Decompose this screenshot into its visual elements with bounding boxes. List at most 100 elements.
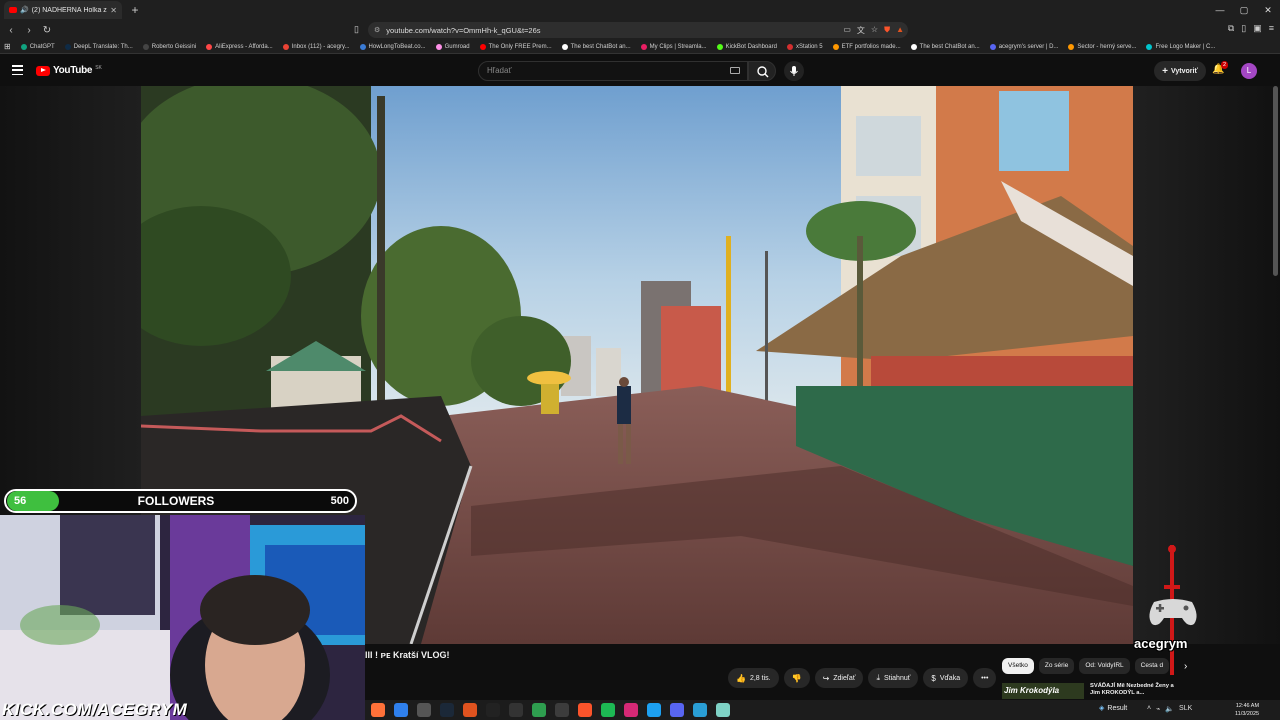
like-button[interactable]: 👍 2,8 tis. xyxy=(728,668,779,688)
bookmark-icon[interactable]: ▯ xyxy=(354,24,359,35)
address-bar[interactable]: ⚙ youtube.com/watch?v=OmmHh-k_qGU&t=26s … xyxy=(368,22,908,38)
bookmark-label: My Clips | Streamla... xyxy=(649,43,707,50)
steam-app-icon[interactable] xyxy=(440,703,454,717)
bookmark-item[interactable]: The Only FREE Prem... xyxy=(479,43,552,50)
chevron-right-icon[interactable]: › xyxy=(1184,661,1187,672)
taskbar-search[interactable]: ◈ Result xyxy=(1099,704,1127,713)
page-scrollbar[interactable] xyxy=(1273,86,1278,276)
brave-shield-icon[interactable]: ⛊ xyxy=(884,25,890,36)
plus-icon: + xyxy=(1162,65,1168,77)
bookmark-item[interactable]: The best ChatBot an... xyxy=(910,43,980,50)
capcut-app-icon[interactable] xyxy=(486,703,500,717)
keyboard-icon[interactable] xyxy=(730,67,740,74)
calculator-app-icon[interactable] xyxy=(417,703,431,717)
reload-icon[interactable]: ↻ xyxy=(40,25,54,36)
forward-icon[interactable]: › xyxy=(22,25,36,36)
thanks-button[interactable]: $ Vďaka xyxy=(923,668,969,688)
system-tray: ˄ ⌁ 🔈 SLK xyxy=(1147,705,1192,713)
tray-expand-icon[interactable]: ˄ xyxy=(1147,705,1151,713)
more-icon: ••• xyxy=(981,674,989,682)
recommended-title[interactable]: SVÁĎAJÍ Mě Nezbedné Ženy a Jim KROKODÝL … xyxy=(1090,683,1180,699)
star-icon[interactable]: ☆ xyxy=(871,25,878,36)
spotify-app-icon[interactable] xyxy=(601,703,615,717)
apps-grid-icon[interactable]: ⊞ xyxy=(4,42,11,51)
network-icon[interactable]: ⌁ xyxy=(1156,705,1160,713)
edge-app-icon[interactable] xyxy=(394,703,408,717)
menu-icon[interactable]: ≡ xyxy=(1269,23,1274,34)
bookmark-item[interactable]: Sector - herný serve... xyxy=(1068,43,1136,50)
more-actions-button[interactable]: ••• xyxy=(973,668,997,688)
browser-tab[interactable]: 🔊 (2) NÁDHERNÁ Holka z Džun ✕ xyxy=(4,1,122,19)
bookmark-item[interactable]: acegrym's server | D... xyxy=(989,43,1059,50)
search-input[interactable]: Hľadať xyxy=(478,61,748,81)
filter-chip[interactable]: Od: VoldyIRL xyxy=(1079,658,1130,674)
bookmark-item[interactable]: The best ChatBot an... xyxy=(561,43,631,50)
bookmark-item[interactable]: Free Logo Maker | C... xyxy=(1146,43,1215,50)
obs-app-icon[interactable] xyxy=(555,703,569,717)
new-tab-button[interactable]: + xyxy=(128,3,142,17)
brave-rewards-icon[interactable]: ▲ xyxy=(896,25,904,36)
notes-app-icon[interactable] xyxy=(716,703,730,717)
discord-app-icon[interactable] xyxy=(670,703,684,717)
volume-icon[interactable]: 🔈 xyxy=(1165,705,1174,713)
menu-hamburger-icon[interactable] xyxy=(12,65,23,75)
site-info-icon[interactable]: ⚙ xyxy=(374,26,380,34)
filter-chip[interactable]: Všetko xyxy=(1002,658,1034,674)
close-window-button[interactable]: ✕ xyxy=(1256,0,1280,20)
filter-chip[interactable]: Zo série xyxy=(1038,658,1075,674)
cast-icon[interactable]: ▭ xyxy=(843,25,851,36)
bookmark-item[interactable]: DeepL Translate: Th... xyxy=(64,43,133,50)
launcher-app-icon[interactable] xyxy=(463,703,477,717)
clock[interactable]: 12:46 AM 11/3/2025 xyxy=(1235,702,1259,718)
bookmark-item[interactable]: xStation 5 xyxy=(786,43,823,50)
close-tab-icon[interactable]: ✕ xyxy=(110,6,117,15)
ccleaner-app-icon[interactable] xyxy=(693,703,707,717)
related-filter-chips: Všetko Zo série Od: VoldyIRL Cesta d xyxy=(1002,658,1170,674)
bookmark-item[interactable]: My Clips | Streamla... xyxy=(640,43,707,50)
language-indicator[interactable]: SLK xyxy=(1179,705,1192,713)
bookmark-item[interactable]: ChatGPT xyxy=(20,43,55,50)
download-button[interactable]: ⤓ Stiahnuť xyxy=(868,668,919,688)
taskbar-apps xyxy=(371,703,730,717)
instagram-app-icon[interactable] xyxy=(624,703,638,717)
bookmark-item[interactable]: ETF portfolios made... xyxy=(832,43,901,50)
thanks-icon: $ xyxy=(931,673,936,683)
bookmark-item[interactable]: Gumroad xyxy=(435,43,470,50)
firefox-app-icon[interactable] xyxy=(371,703,385,717)
bookmark-item[interactable]: KickBot Dashboard xyxy=(716,43,777,50)
greenshot-app-icon[interactable] xyxy=(532,703,546,717)
share-button[interactable]: ↪ Zdieľať xyxy=(814,668,864,688)
bookmark-favicon-icon xyxy=(716,43,723,50)
minimize-button[interactable]: — xyxy=(1208,0,1232,20)
webcam-image xyxy=(0,515,365,720)
notion-app-icon[interactable] xyxy=(509,703,523,717)
create-button[interactable]: + Vytvoriť xyxy=(1154,61,1206,81)
dislike-button[interactable]: 👎 xyxy=(783,668,810,688)
back-icon[interactable]: ‹ xyxy=(4,25,18,36)
followers-goal: 500 xyxy=(330,495,349,507)
search-button[interactable] xyxy=(748,61,776,81)
account-avatar[interactable]: L xyxy=(1241,63,1257,79)
bookmark-favicon-icon xyxy=(1146,43,1153,50)
recommended-video[interactable]: Jim Krokodýla SVÁĎAJÍ Mě Nezbedné Ženy a… xyxy=(1002,683,1180,699)
voice-search-button[interactable] xyxy=(784,61,804,81)
bookmark-label: acegrym's server | D... xyxy=(998,43,1059,50)
extensions-icon[interactable]: ⧉ xyxy=(1228,23,1234,34)
player-blur-right xyxy=(1133,86,1280,644)
bookmark-item[interactable]: AliExpress - Afforda... xyxy=(206,43,273,50)
bookmark-item[interactable]: Inbox (112) - acegry... xyxy=(282,43,350,50)
thanks-label: Vďaka xyxy=(939,674,961,682)
maximize-button[interactable]: ▢ xyxy=(1232,0,1256,20)
bookmark-label: Inbox (112) - acegry... xyxy=(291,43,350,50)
bookmark-item[interactable]: Roberto Geissini xyxy=(142,43,196,50)
sidebar-icon[interactable]: ▯ xyxy=(1241,23,1246,34)
translate-icon[interactable]: 文 xyxy=(857,25,865,36)
wallet-icon[interactable]: ▣ xyxy=(1253,23,1262,34)
brave-app-icon[interactable] xyxy=(578,703,592,717)
recommended-thumbnail[interactable]: Jim Krokodýla xyxy=(1002,683,1084,699)
audio-icon[interactable]: 🔊 xyxy=(20,6,29,14)
bookmark-item[interactable]: HowLongToBeat.co... xyxy=(359,43,426,50)
youtube-logo[interactable]: YouTube SK xyxy=(36,65,102,76)
twitter-app-icon[interactable] xyxy=(647,703,661,717)
followers-goal-bar: 56 FOLLOWERS 500 xyxy=(4,489,357,513)
